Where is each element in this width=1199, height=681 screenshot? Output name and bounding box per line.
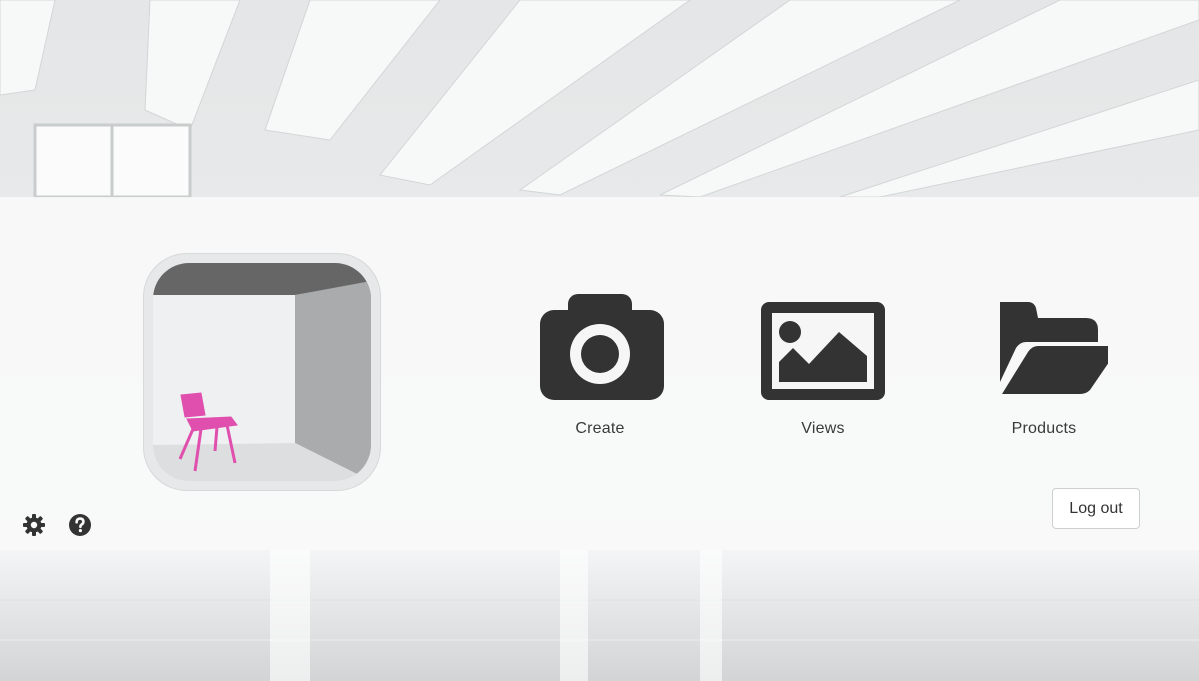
views-label: Views [801,420,845,437]
image-icon [761,302,885,400]
app-logo [143,253,381,491]
camera-icon [540,294,664,400]
help-icon[interactable] [68,513,92,537]
logout-button[interactable]: Log out [1052,488,1140,529]
gear-icon[interactable] [22,513,46,537]
folder-open-icon [1000,302,1108,394]
views-tile[interactable]: Views [743,290,903,440]
create-tile[interactable]: Create [520,290,680,440]
products-label: Products [1011,420,1077,437]
products-tile[interactable]: Products [964,290,1124,440]
create-label: Create [575,420,625,437]
